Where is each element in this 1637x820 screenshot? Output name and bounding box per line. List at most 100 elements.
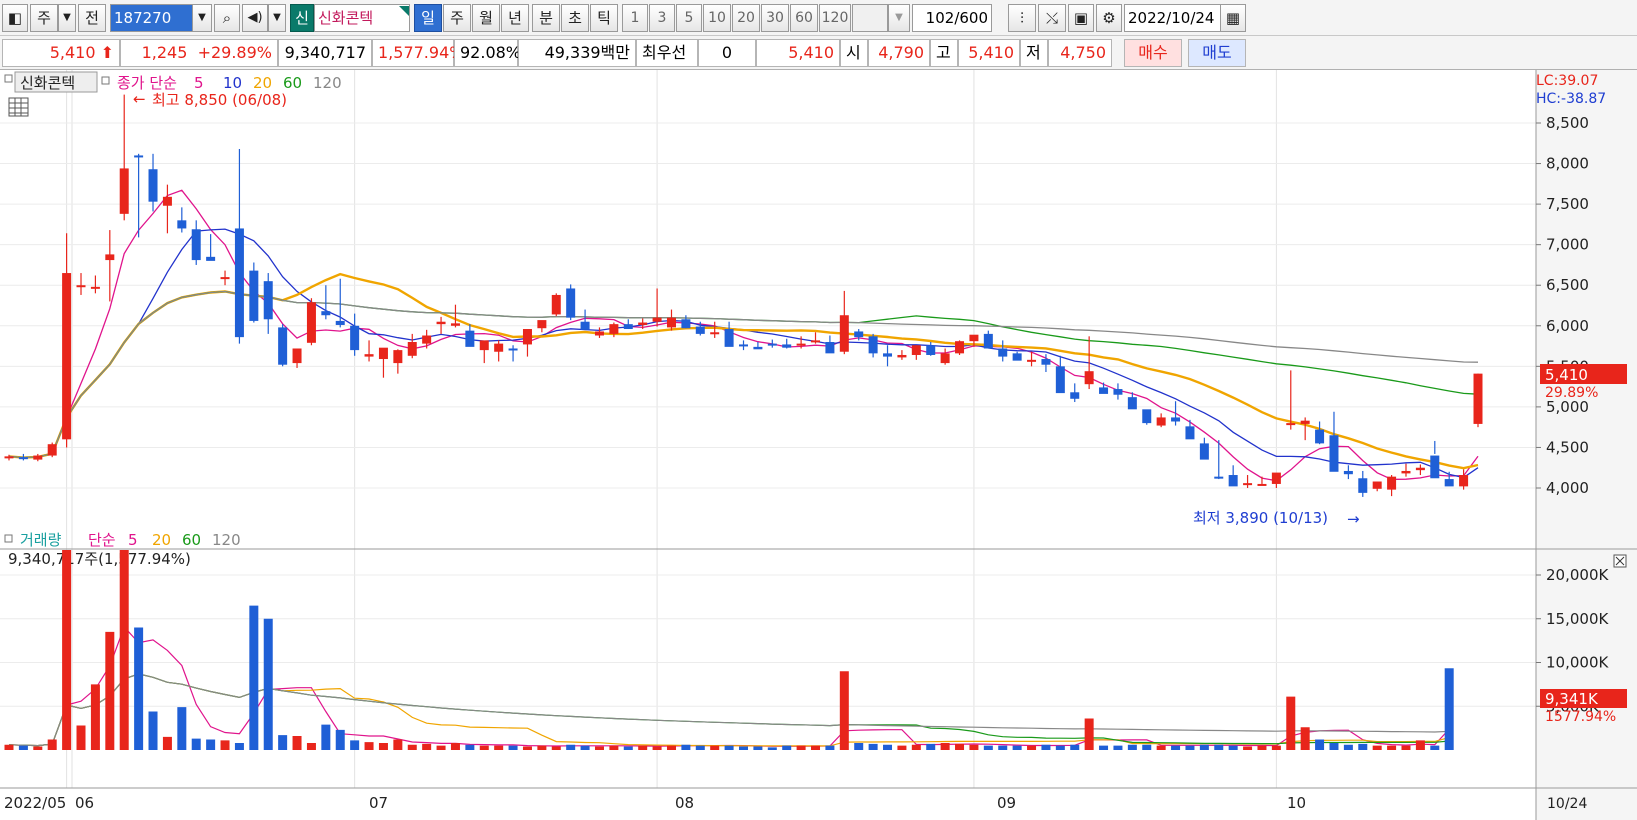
stock-name[interactable]: 신화콘텍 [314,4,410,32]
buy-button[interactable]: 매수 [1124,39,1182,67]
period-minute[interactable]: 분 [532,4,560,32]
custom-interval-input[interactable] [852,4,888,32]
volume-bar [1329,743,1339,750]
high-value: 5,410 [958,39,1020,67]
volume-bar [609,745,619,750]
candle-body [739,344,748,347]
candle-body [494,343,504,352]
market-dropdown-icon[interactable]: ▼ [58,4,76,32]
volume-bar [983,745,993,750]
interval-1[interactable]: 1 [622,4,648,32]
volume-bar [782,745,792,750]
trend-tool-icon[interactable]: ⤯ [1038,4,1066,32]
interval-dropdown-icon[interactable]: ▼ [888,4,910,32]
volume-bar [1084,718,1094,750]
volume-bar [378,743,388,750]
volume-bar [811,745,821,750]
calendar-icon[interactable]: ▦ [1220,4,1246,32]
candle-body [364,354,374,357]
candle-body [1027,359,1037,362]
grid-settings-icon[interactable] [8,97,29,117]
candle-body [1444,479,1454,487]
volume-bar [969,744,979,750]
interval-30[interactable]: 30 [761,4,789,32]
window-menu-icon[interactable]: ◧ [2,4,28,32]
x-axis-label: 10 [1287,794,1306,812]
candle-body [479,340,489,351]
search-icon[interactable]: ⌕ [214,4,240,32]
count-input[interactable]: 102/600 [912,4,992,32]
interval-10[interactable]: 10 [703,4,731,32]
interval-120[interactable]: 120 [819,4,851,32]
volume-bar [911,744,921,750]
volume-last-tag-text: 9,341K [1545,690,1599,708]
volume-bar [940,743,950,750]
volume-bar [1142,744,1152,750]
sound-dropdown-icon[interactable]: ▼ [268,4,286,32]
candle-body [1055,366,1065,394]
volume-bar [1300,727,1310,750]
candle-body [1243,483,1253,486]
volume-bar [47,739,57,750]
period-second[interactable]: 초 [561,4,589,32]
volume-bar [4,744,14,750]
ma-60-label: 60 [283,74,302,92]
candle-settings-icon[interactable]: ⫶ [1008,4,1036,32]
candle-body [278,327,288,365]
candle-body [1214,476,1224,479]
interval-5[interactable]: 5 [676,4,702,32]
period-day[interactable]: 일 [414,4,442,32]
count-total: /600 [954,9,988,27]
save-icon[interactable]: ▣ [1068,4,1094,32]
period-month[interactable]: 월 [472,4,500,32]
panel-toggle-icon[interactable] [4,74,13,83]
volume-bar [393,739,403,750]
candle-body [1271,472,1281,484]
sell-button[interactable]: 매도 [1188,39,1246,67]
code-dropdown-icon[interactable]: ▼ [192,4,212,32]
vol-ma-5-label: 5 [128,531,138,549]
date-input[interactable]: 2022/10/24 [1124,4,1226,32]
volume-bar [508,745,518,750]
interval-60[interactable]: 60 [790,4,818,32]
close-panel-icon[interactable] [1613,554,1627,568]
ma-toggle-icon[interactable] [101,76,110,85]
interval-20[interactable]: 20 [732,4,760,32]
corner-marker-icon [399,6,409,16]
interval-3[interactable]: 3 [649,4,675,32]
candle-body [652,317,662,322]
chart-area[interactable]: 신화콘텍 종가 단순 5 10 20 60 120 LC:39.07 HC:-3… [0,70,1637,820]
ma-120-label: 120 [313,74,342,92]
candle-body [926,345,936,355]
candle-body [666,317,676,328]
sound-icon[interactable]: ◀) [242,4,268,32]
low-marker: 최저 3,890 (10/13) [1193,509,1328,527]
volume-toggle-icon[interactable] [4,534,13,543]
best-label: 최우선 [636,39,698,67]
volume-tick-label: 15,000K [1546,610,1609,628]
volume-last-pct: 1577.94% [1545,709,1616,725]
volume-bar [1387,745,1397,750]
volume-bar [191,738,201,750]
candle-body [1300,420,1310,424]
price-tick-label: 6,000 [1546,317,1589,335]
code-input[interactable]: 187270 [110,4,202,32]
period-tick[interactable]: 틱 [590,4,618,32]
candle-body [162,196,172,206]
volume-bar [90,684,100,750]
volume-bar [566,744,576,750]
prev-button[interactable]: 전 [78,4,106,32]
low-arrow-icon: → [1347,510,1360,528]
volume-bar [1127,744,1137,750]
best-price: 5,410 [756,39,840,67]
candle-body [566,288,576,318]
gear-icon[interactable]: ⚙ [1096,4,1122,32]
volume-bar [76,725,86,750]
volume-bar [1156,745,1166,750]
period-year[interactable]: 년 [501,4,529,32]
period-week[interactable]: 주 [443,4,471,32]
price-change: 1,245 +29.89% [120,39,278,67]
candle-body [33,455,43,460]
market-tab[interactable]: 주 [30,4,58,32]
candle-body [263,281,273,320]
